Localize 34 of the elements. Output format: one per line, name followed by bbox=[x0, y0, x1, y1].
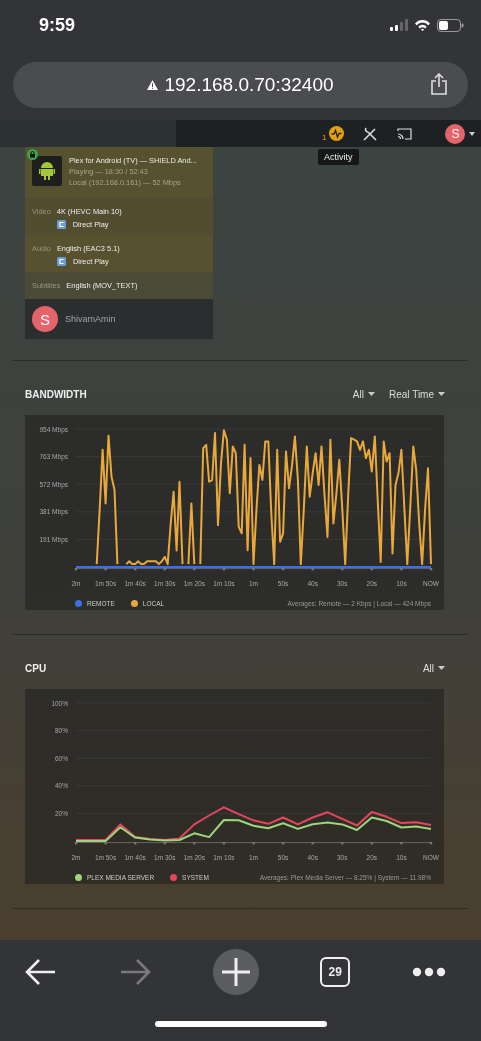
activity-icon[interactable] bbox=[329, 126, 345, 141]
warning-icon bbox=[147, 80, 159, 90]
caret-icon bbox=[368, 392, 375, 396]
more-icon[interactable] bbox=[412, 967, 446, 977]
tooltip: Activity bbox=[318, 149, 359, 165]
filter-dropdown[interactable]: Real Time bbox=[389, 388, 445, 400]
signal-icon bbox=[390, 19, 408, 31]
activity-count: 1 bbox=[322, 133, 327, 142]
share-icon[interactable] bbox=[430, 73, 448, 95]
section-title: BANDWIDTH bbox=[25, 388, 87, 400]
filter-dropdown[interactable]: All bbox=[422, 662, 445, 674]
direct-play-icon bbox=[56, 220, 66, 229]
forward-icon[interactable] bbox=[118, 958, 151, 986]
address-bar[interactable]: 192.168.0.70:32400 bbox=[13, 62, 468, 108]
battery-icon bbox=[437, 18, 464, 32]
caret-icon[interactable] bbox=[469, 131, 476, 136]
search-field[interactable] bbox=[0, 120, 176, 147]
back-icon[interactable] bbox=[25, 958, 57, 986]
url-text: 192.168.0.70:32400 bbox=[164, 74, 334, 96]
new-tab-icon[interactable] bbox=[212, 949, 259, 995]
android-icon bbox=[39, 162, 55, 180]
wifi-icon bbox=[414, 19, 431, 31]
caret-icon bbox=[438, 392, 445, 396]
tab-count-button[interactable]: 29 bbox=[320, 957, 351, 987]
user-name: ShivamAmin bbox=[65, 314, 116, 324]
caret-icon bbox=[438, 666, 445, 670]
direct-play-icon bbox=[56, 257, 66, 266]
session-card[interactable] bbox=[25, 147, 213, 339]
section-title: CPU bbox=[25, 662, 47, 674]
cast-icon[interactable] bbox=[397, 127, 413, 140]
filter-dropdown[interactable]: All bbox=[352, 388, 375, 400]
status-time: 9:59 bbox=[39, 14, 76, 36]
user-avatar: S bbox=[32, 306, 58, 332]
tools-icon[interactable] bbox=[363, 126, 378, 141]
